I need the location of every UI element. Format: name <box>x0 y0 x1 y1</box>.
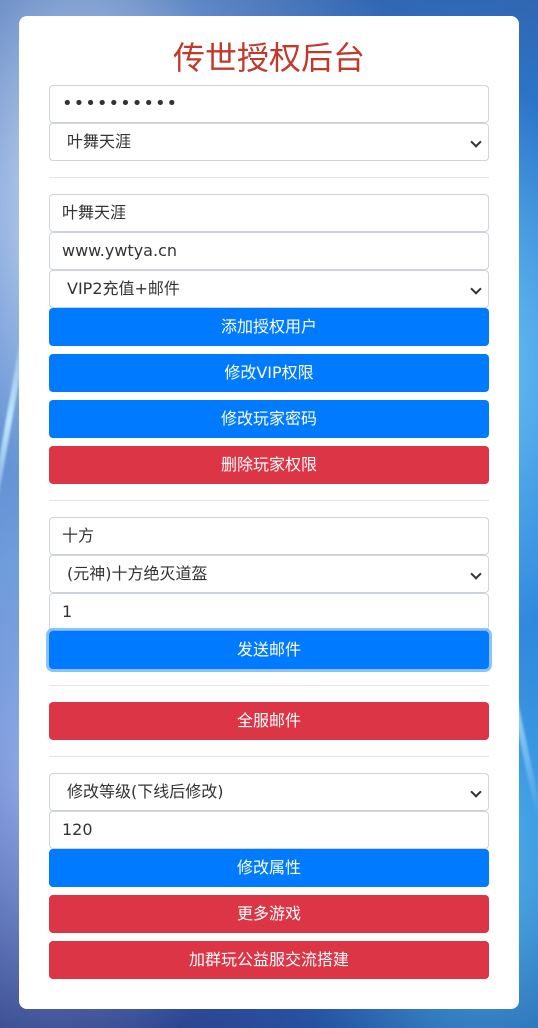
divider <box>49 685 489 686</box>
server-select[interactable]: 叶舞天涯 <box>49 123 489 161</box>
add-user-button[interactable]: 添加授权用户 <box>49 308 489 346</box>
vip-select[interactable]: VIP2充值+邮件 <box>49 270 489 308</box>
modify-vip-button[interactable]: 修改VIP权限 <box>49 354 489 392</box>
password-input[interactable]: •••••••••• <box>49 85 489 123</box>
delete-permission-button[interactable]: 删除玩家权限 <box>49 446 489 484</box>
divider <box>49 756 489 757</box>
attribute-select[interactable]: 修改等级(下线后修改) <box>49 773 489 811</box>
item-select-value: (元神)十方绝灭道盔 <box>67 564 208 583</box>
quantity-input[interactable]: 1 <box>49 593 489 631</box>
modify-attribute-button[interactable]: 修改属性 <box>49 849 489 887</box>
site-input[interactable]: www.ywtya.cn <box>49 232 489 270</box>
chevron-down-icon <box>470 136 482 148</box>
server-select-value: 叶舞天涯 <box>67 132 132 151</box>
join-group-button[interactable]: 加群玩公益服交流搭建 <box>49 941 489 979</box>
page-title: 传世授权后台 <box>172 39 365 77</box>
send-mail-button[interactable]: 发送邮件 <box>49 631 489 669</box>
divider <box>49 177 489 178</box>
chevron-down-icon <box>470 283 482 295</box>
chevron-down-icon <box>470 786 482 798</box>
modify-password-button[interactable]: 修改玩家密码 <box>49 400 489 438</box>
more-games-button[interactable]: 更多游戏 <box>49 895 489 933</box>
divider <box>49 500 489 501</box>
attribute-select-value: 修改等级(下线后修改) <box>67 782 224 801</box>
chevron-down-icon <box>470 568 482 580</box>
server-mail-button[interactable]: 全服邮件 <box>49 702 489 740</box>
admin-panel: 传世授权后台 •••••••••• 叶舞天涯 叶舞天涯 www.ywtya.cn… <box>19 16 519 1009</box>
account-input[interactable]: 叶舞天涯 <box>49 194 489 232</box>
item-select[interactable]: (元神)十方绝灭道盔 <box>49 555 489 593</box>
attribute-value-input[interactable]: 120 <box>49 811 489 849</box>
item-search-input[interactable]: 十方 <box>49 517 489 555</box>
vip-select-value: VIP2充值+邮件 <box>67 279 180 298</box>
